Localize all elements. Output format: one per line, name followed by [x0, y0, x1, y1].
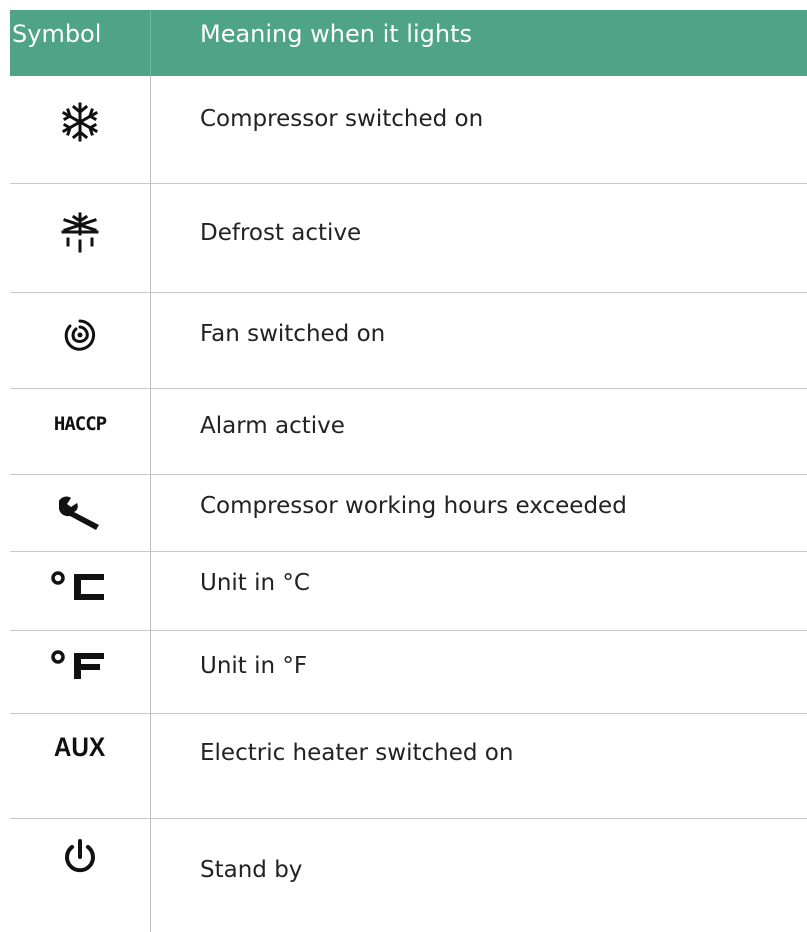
row-meaning: Compressor switched on: [200, 106, 484, 132]
row-meaning: Fan switched on: [200, 321, 386, 347]
table-row: Stand by: [10, 819, 807, 932]
row-meaning: Unit in °C: [200, 570, 310, 596]
row-meaning: Compressor working hours exceeded: [200, 493, 627, 519]
row-meaning: Defrost active: [200, 220, 362, 246]
table-row: Fan switched on: [10, 293, 807, 389]
table-row: Compressor switched on: [10, 76, 807, 184]
header-meaning: Meaning when it lights: [200, 20, 472, 48]
row-meaning: Electric heater switched on: [200, 740, 514, 766]
table-row: Unit in °F: [10, 631, 807, 714]
row-meaning: Stand by: [200, 857, 303, 883]
table-row: Unit in °C: [10, 552, 807, 631]
fan-icon: [10, 317, 150, 353]
header-divider: [150, 10, 151, 76]
haccp-icon: HACCP: [53, 413, 107, 435]
table-header: Symbol Meaning when it lights: [10, 10, 807, 76]
defrost-icon: [10, 212, 150, 254]
row-meaning: Alarm active: [200, 413, 345, 439]
fahrenheit-icon: [10, 649, 150, 683]
power-icon: [10, 839, 150, 875]
row-meaning: Unit in °F: [200, 653, 308, 679]
table-row: Compressor working hours exceeded: [10, 475, 807, 552]
table-row: HACCP Alarm active: [10, 389, 807, 475]
header-symbol: Symbol: [12, 20, 102, 48]
wrench-icon: [10, 495, 150, 531]
snowflake-icon: [10, 102, 150, 142]
symbol-meaning-table: Symbol Meaning when it lights Compressor…: [10, 10, 807, 932]
table-row: AUX Electric heater switched on: [10, 714, 807, 819]
celsius-icon: [10, 570, 150, 604]
table-row: Defrost active: [10, 184, 807, 293]
aux-icon: AUX: [54, 732, 106, 762]
